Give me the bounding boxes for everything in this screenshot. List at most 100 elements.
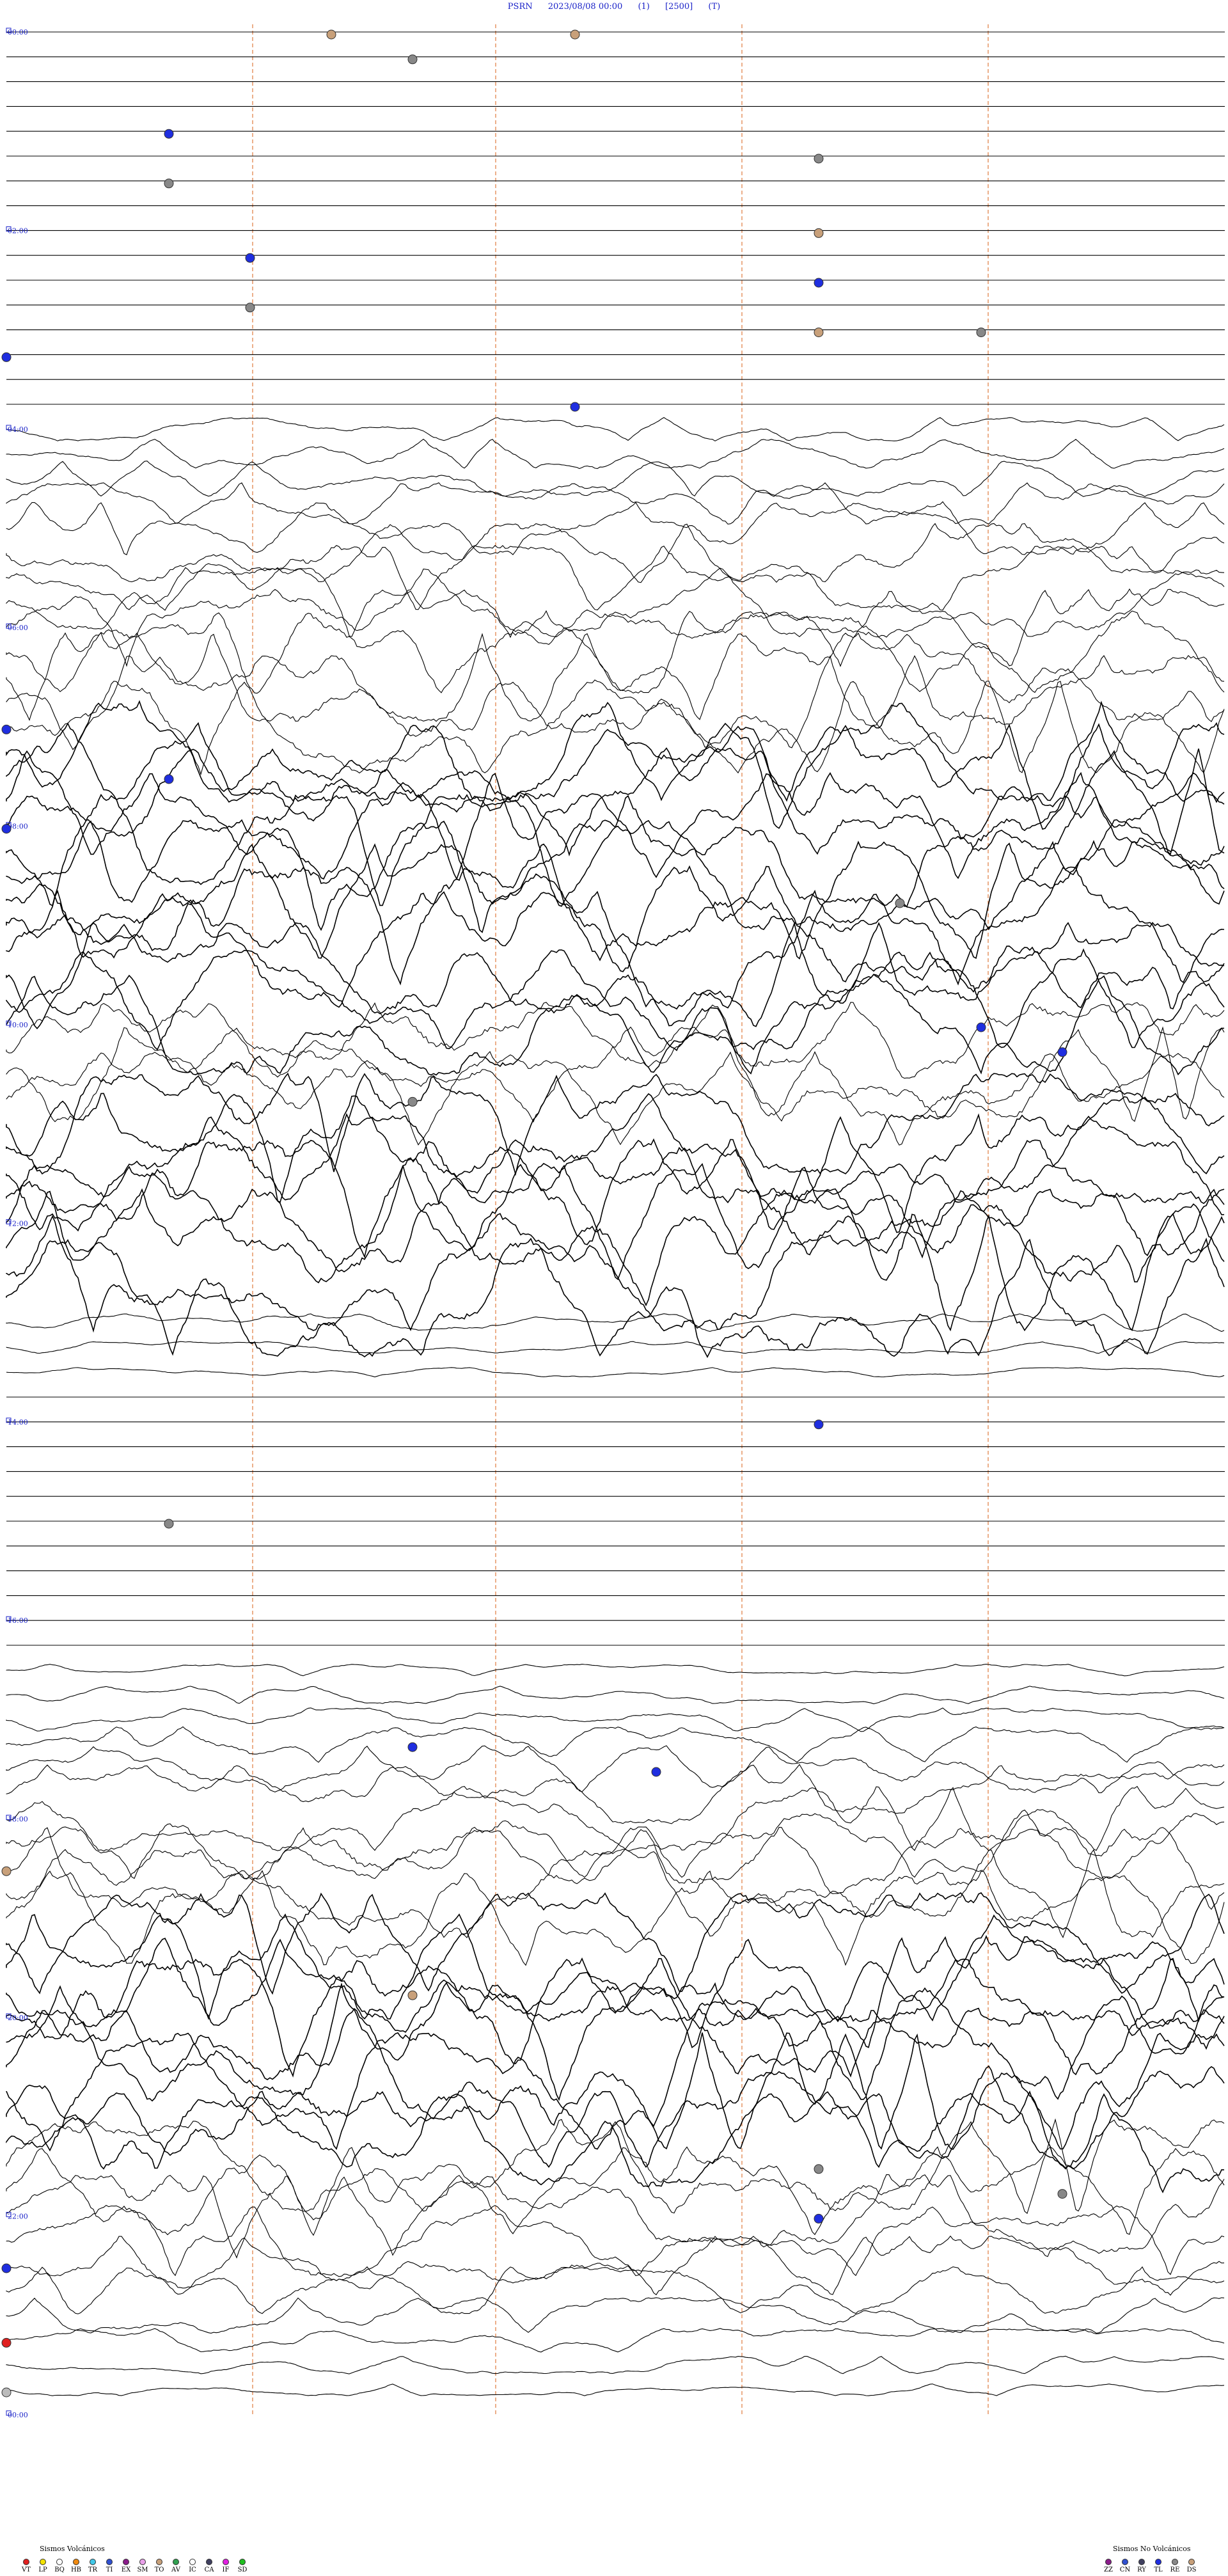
trace-row (6, 545, 1225, 611)
volcanic-legend-item: SM (136, 2559, 150, 2573)
volcanic-legend-swatch (90, 2559, 96, 2565)
trace-row (6, 567, 1225, 638)
trace-row (6, 700, 1225, 803)
event-marker (1, 824, 12, 834)
nonvolcanic-legend-code: DS (1186, 2566, 1197, 2573)
trace-row (6, 819, 1225, 933)
trace-row (6, 865, 1225, 986)
volcanic-legend-code: LP (38, 2566, 47, 2573)
event-marker (164, 1519, 174, 1529)
event-marker (164, 178, 174, 189)
trace-row (6, 974, 1225, 1076)
volcanic-legend-code: AV (171, 2566, 180, 2573)
volcanic-legend-swatch (173, 2559, 179, 2565)
trace-row (6, 889, 1225, 1010)
event-marker (570, 402, 580, 412)
event-marker (326, 29, 336, 40)
event-marker (245, 303, 255, 313)
volcanic-legend-code: BQ (54, 2566, 65, 2573)
event-marker (164, 129, 174, 139)
event-marker (1057, 1047, 1067, 1057)
trace-row (6, 461, 1225, 497)
trace-row (6, 2297, 1225, 2334)
seismogram-plot: 00:0002:0004:0006:0008:0010:0012:0014:00… (1, 24, 1225, 2419)
volcanic-legend-code: IC (189, 2566, 196, 2573)
event-marker (407, 1742, 418, 1752)
event-marker (164, 774, 174, 784)
trace-row (6, 2007, 1225, 2128)
volcanic-legend-item: TO (152, 2559, 166, 2573)
volcanic-legend-item: VT (19, 2559, 33, 2573)
trace-row (6, 2090, 1225, 2193)
volcanic-legend-item: TI (102, 2559, 116, 2573)
trace-row (6, 438, 1225, 470)
trace-row (6, 2328, 1225, 2353)
volcanic-legend-code: IF (222, 2566, 230, 2573)
nonvolcanic-legend-item: ZZ (1101, 2559, 1115, 2573)
nonvolcanic-legend-swatch (1138, 2559, 1145, 2565)
event-marker (1, 724, 12, 734)
nonvolcanic-legend-item: TL (1151, 2559, 1165, 2573)
event-marker (814, 328, 824, 338)
trace-row (6, 1112, 1225, 1233)
trace-row (6, 1002, 1225, 1079)
event-marker (976, 1022, 986, 1032)
event-marker (814, 1419, 824, 1430)
event-marker (814, 2164, 824, 2174)
trace-row (6, 1913, 1225, 2023)
nonvolcanic-legend-code: RE (1170, 2566, 1180, 2573)
nonvolcanic-legend-item: RY (1135, 2559, 1149, 2573)
volcanic-legend-swatch (56, 2559, 63, 2565)
volcanic-legend-item: LP (36, 2559, 50, 2573)
volcanic-legend-item: TR (86, 2559, 100, 2573)
volcanic-legend-swatch (23, 2559, 29, 2565)
volcanic-legend-item: EX (119, 2559, 133, 2573)
trace-row (6, 1188, 1225, 1307)
event-marker (407, 1990, 418, 2000)
nonvolcanic-legend-item: CN (1118, 2559, 1132, 2573)
event-marker (895, 898, 905, 908)
volcanic-legend-item: IF (219, 2559, 233, 2573)
nonvolcanic-legend-item: RE (1168, 2559, 1182, 2573)
volcanic-legend-swatch (139, 2559, 146, 2565)
nonvolcanic-legend-swatch (1105, 2559, 1112, 2565)
trace-row (6, 2235, 1225, 2296)
nonvolcanic-legend-code: CN (1119, 2566, 1131, 2573)
event-marker (814, 278, 824, 288)
trace-row (6, 1026, 1225, 1123)
volcanic-legend-item: SD (235, 2559, 249, 2573)
trace-row (6, 1367, 1225, 1378)
volcanic-legend-code: CA (204, 2566, 214, 2573)
event-marker (814, 2213, 824, 2224)
trace-group (6, 31, 1225, 2396)
event-marker (1, 2337, 12, 2348)
event-marker (245, 253, 255, 263)
trace-row (6, 1313, 1225, 1332)
event-marker (651, 1767, 661, 1777)
volcanic-legend-swatch (206, 2559, 212, 2565)
trace-row (6, 1785, 1225, 1852)
trace-row (6, 1982, 1225, 2102)
volcanic-legend-swatch (189, 2559, 196, 2565)
trace-row (6, 948, 1225, 1052)
trace-row (6, 1957, 1225, 2078)
trace-row (6, 1237, 1225, 1358)
event-marker (407, 1096, 418, 1107)
trace-row (6, 1934, 1225, 2050)
volcanic-legend-swatch (156, 2559, 162, 2565)
trace-row (6, 1072, 1225, 1176)
volcanic-legend-swatch (106, 2559, 113, 2565)
volcanic-legend-item: BQ (52, 2559, 67, 2573)
trace-row (6, 2204, 1225, 2277)
volcanic-legend-code: SD (237, 2566, 248, 2573)
volcanic-legend-code: TR (88, 2566, 98, 2573)
volcanic-legend-code: HB (70, 2566, 82, 2573)
nonvolcanic-legend-code: TL (1154, 2566, 1163, 2573)
volcanic-legend-item: HB (69, 2559, 83, 2573)
trace-row (6, 2266, 1225, 2314)
volcanic-legend-item: AV (169, 2559, 183, 2573)
volcanic-legend-swatch (40, 2559, 46, 2565)
trace-row (6, 840, 1225, 961)
volcanic-legend-code: VT (22, 2566, 31, 2573)
event-marker (814, 154, 824, 164)
